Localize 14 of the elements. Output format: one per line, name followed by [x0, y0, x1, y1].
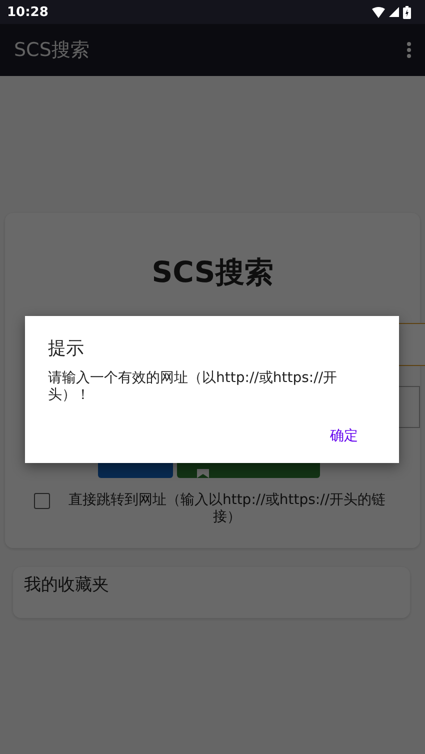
signal-icon	[389, 7, 399, 17]
search-heading: SCS搜索	[152, 254, 274, 291]
dialog-message: 请输入一个有效的网址（以http://或https://开头）！	[48, 370, 338, 404]
favorites-title: 我的收藏夹	[24, 575, 109, 595]
app-title: SCS搜索	[14, 38, 90, 63]
battery-icon	[403, 6, 411, 18]
direct-jump-checkbox[interactable]	[34, 493, 50, 509]
dialog-title: 提示	[48, 337, 85, 360]
confirm-button[interactable]: 确定	[330, 427, 376, 445]
bookmark-icon	[196, 469, 208, 478]
more-icon[interactable]	[407, 42, 411, 58]
direct-jump-label: 直接跳转到网址（输入以http://或https://开头的链接）	[67, 492, 387, 526]
status-time: 10:28	[7, 4, 48, 20]
wifi-icon	[372, 6, 385, 18]
